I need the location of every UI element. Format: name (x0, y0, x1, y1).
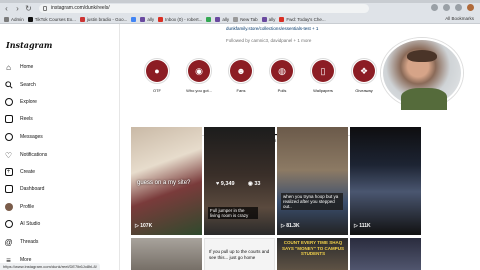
highlight-cover-icon: ▯ (312, 60, 334, 82)
bookmark-item[interactable]: TikTok Courses Ex... (27, 16, 76, 22)
likes-count: ♥ 9,349 (216, 181, 235, 187)
bookmark-favicon-icon (140, 16, 146, 22)
highlight-cover-icon: ◉ (188, 60, 210, 82)
bookmark-item[interactable]: ally (140, 16, 154, 22)
sidebar-item-create[interactable]: + Create (4, 165, 114, 179)
bookmark-favicon-icon (131, 16, 137, 22)
highlight-polls[interactable]: ◍ Polls (265, 58, 299, 93)
plus-square-icon: + (4, 168, 13, 177)
profile-icon[interactable] (467, 4, 474, 11)
link-preview-url: https://www.instagram.com/dunk/reel/DE7l… (0, 263, 100, 270)
heart-icon: ♡ (4, 150, 13, 160)
bookmark-item[interactable]: Admin (4, 16, 24, 22)
highlight-cover-icon: ☻ (230, 60, 252, 82)
address-url: instagram.com/dunk/reels/ (51, 5, 110, 11)
avatar-icon (4, 203, 13, 212)
reel-tile[interactable] (131, 238, 202, 270)
bookmark-item[interactable] (206, 16, 212, 22)
reel-tile[interactable] (350, 238, 421, 270)
highlight-who-you-got[interactable]: ◉ Who you got... (182, 58, 216, 93)
home-icon: ⌂ (6, 62, 11, 72)
bookmark-favicon-icon (79, 16, 85, 22)
webcam-overlay (381, 38, 463, 110)
all-bookmarks-button[interactable]: All Bookmarks (445, 16, 474, 21)
highlight-wallpapers[interactable]: ▯ Wallpapers (306, 58, 340, 93)
bio-link[interactable]: dunkfamily.store/collections/essentials-… (226, 26, 318, 31)
ai-studio-icon (4, 220, 13, 229)
sidebar-item-explore[interactable]: Explore (4, 95, 114, 109)
bookmark-favicon-icon (215, 16, 221, 22)
view-count: ▷ 107K (135, 223, 153, 229)
bookmark-favicon-icon (27, 16, 33, 22)
view-count: ▷ 81.3K (281, 223, 300, 229)
reel-tile[interactable]: guess on a my site? ▷ 107K (131, 127, 202, 235)
lock-icon (43, 6, 47, 11)
sidebar-item-home[interactable]: ⌂ Home (4, 60, 114, 74)
bookmark-item[interactable]: Inbox (0) - robert... (158, 16, 202, 22)
bookmark-item[interactable] (131, 16, 137, 22)
bookmark-favicon-icon (279, 16, 285, 22)
sidebar-item-threads[interactable]: @ Threads (4, 235, 114, 249)
view-count: ▷ 111K (354, 223, 371, 229)
bookmark-item[interactable]: ally (261, 16, 275, 22)
bookmark-item[interactable]: justin bradio - Goo... (79, 16, 127, 22)
bookmark-item[interactable]: New Tab (233, 16, 258, 22)
comments-count: ◉ 33 (248, 181, 261, 187)
followed-by-text[interactable]: Followed by camnic3, davidpanel + 1 more (226, 38, 311, 43)
reel-tile-hover[interactable]: ♥ 9,349 ◉ 33 Full jumper in the living r… (204, 127, 275, 235)
highlight-cover-icon: ◍ (271, 60, 293, 82)
extension-icon[interactable] (455, 4, 462, 11)
reel-tile[interactable]: when you tryna hoop but ya realized afte… (277, 127, 348, 235)
forward-icon[interactable]: › (13, 4, 22, 13)
sidebar-item-messages[interactable]: Messages (4, 130, 114, 144)
reload-icon[interactable]: ↻ (24, 4, 33, 13)
sidebar-item-search[interactable]: Search (4, 78, 114, 92)
dashboard-icon (4, 185, 13, 194)
bookmark-item[interactable]: Fwd: Today's Che... (279, 16, 326, 22)
bookmark-favicon-icon (261, 16, 267, 22)
bookmark-favicon-icon (4, 16, 9, 22)
sidebar-item-ai-studio[interactable]: AI Studio (4, 217, 114, 231)
bookmark-favicon-icon (158, 16, 164, 22)
reel-tile[interactable]: COUNT EVERY TIME SHAQ SAYS "MONEY" TO CA… (277, 238, 348, 270)
address-row: ‹ › ↻ instagram.com/dunk/reels/ (0, 3, 480, 14)
reel-tile[interactable]: ▷ 111K (350, 127, 421, 235)
sidebar-item-profile[interactable]: Profile (4, 200, 114, 214)
reels-icon (4, 115, 13, 124)
sidebar: Instagram ⌂ Home Search Explore Reels Me… (0, 24, 120, 270)
highlight-otf[interactable]: ● OTF (140, 58, 174, 93)
threads-icon: @ (4, 237, 13, 247)
compass-icon (4, 98, 13, 107)
instagram-logo[interactable]: Instagram (6, 40, 52, 50)
highlight-fans[interactable]: ☻ Fans (224, 58, 258, 93)
bookmark-item[interactable]: ally (215, 16, 229, 22)
reel-tile[interactable]: If you pull up to the courts and see thi… (204, 238, 275, 270)
extension-icon[interactable] (431, 4, 438, 11)
sidebar-item-dashboard[interactable]: Dashboard (4, 182, 114, 196)
bookmarks-bar: Admin TikTok Courses Ex... justin bradio… (0, 14, 480, 24)
highlight-cover-icon: ❖ (353, 60, 375, 82)
back-icon[interactable]: ‹ (2, 4, 11, 13)
sidebar-item-reels[interactable]: Reels (4, 112, 114, 126)
extension-icon[interactable] (443, 4, 450, 11)
sidebar-item-notifications[interactable]: ♡ Notifications (4, 148, 114, 162)
address-bar[interactable]: instagram.com/dunk/reels/ (39, 4, 369, 13)
highlight-cover-icon: ● (146, 60, 168, 82)
bookmark-favicon-icon (233, 16, 239, 22)
highlight-giveaway[interactable]: ❖ Giveaway (347, 58, 381, 93)
messenger-icon (4, 133, 13, 142)
extensions (431, 4, 480, 11)
browser-chrome: ‹ › ↻ instagram.com/dunk/reels/ Admin Ti… (0, 0, 480, 24)
search-icon (4, 81, 13, 90)
bookmark-favicon-icon (206, 16, 212, 22)
